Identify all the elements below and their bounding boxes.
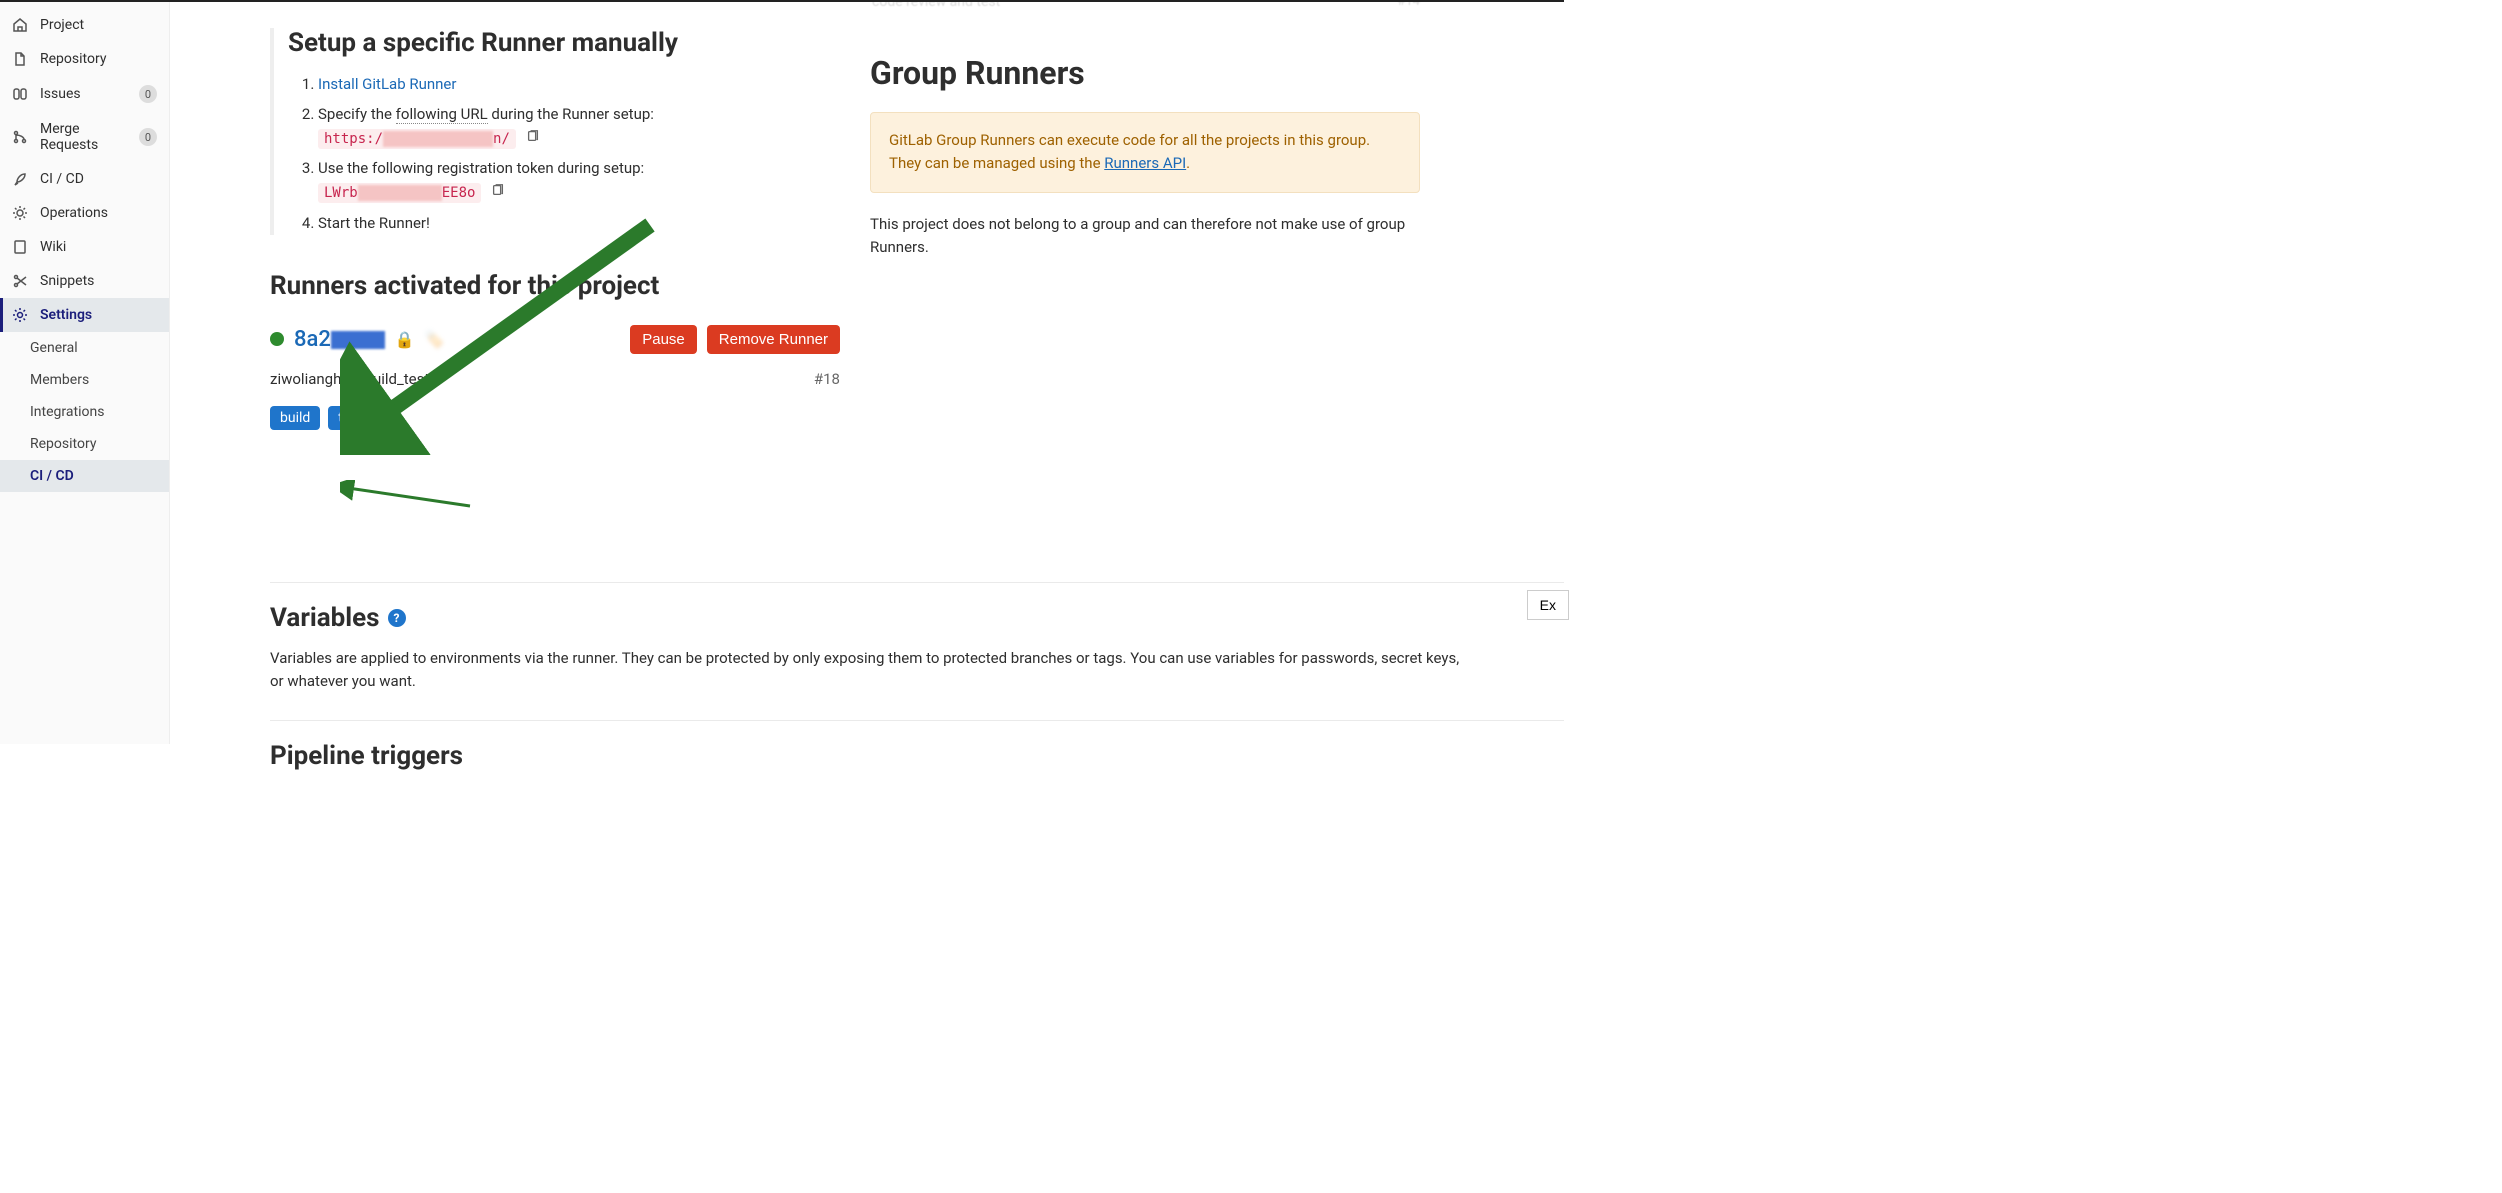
install-runner-link[interactable]: Install GitLab Runner <box>318 75 456 93</box>
count-badge: 0 <box>139 128 157 146</box>
group-runners-description: This project does not belong to a group … <box>870 213 1420 260</box>
home-icon <box>12 17 28 33</box>
setup-step-2: Specify the following URL during the Run… <box>318 102 840 150</box>
operations-icon <box>12 205 28 221</box>
runner-tag: build <box>270 406 320 430</box>
runner-number: #18 <box>814 370 840 388</box>
status-dot-online <box>270 332 284 346</box>
sidebar-item-repository[interactable]: Repository <box>0 42 169 76</box>
sidebar-subitem-integrations[interactable]: Integrations <box>0 396 169 428</box>
divider <box>270 582 1564 583</box>
sidebar-item-snippets[interactable]: Snippets <box>0 264 169 298</box>
setup-token-code: LWrbEE8o <box>318 183 481 203</box>
sidebar-item-project[interactable]: Project <box>0 8 169 42</box>
setup-step-1: Install GitLab Runner <box>318 72 840 96</box>
sidebar-subitem-general[interactable]: General <box>0 332 169 364</box>
sidebar-item-label: Merge Requests <box>40 121 127 153</box>
copy-icon[interactable] <box>491 180 505 204</box>
sidebar-subitem-cicd[interactable]: CI / CD <box>0 460 169 492</box>
sidebar-item-label: Snippets <box>40 273 157 289</box>
sidebar-item-label: Wiki <box>40 239 157 255</box>
scissors-icon <box>12 273 28 289</box>
setup-runner-block: Setup a specific Runner manually Install… <box>270 28 840 235</box>
gear-icon <box>12 307 28 323</box>
runner-tag: test <box>328 406 372 430</box>
file-icon <box>12 51 28 67</box>
sidebar-item-issues[interactable]: Issues 0 <box>0 76 169 112</box>
setup-steps-list: Install GitLab Runner Specify the follow… <box>288 72 840 235</box>
group-runners-info: GitLab Group Runners can execute code fo… <box>870 112 1420 193</box>
runner-description: ziwolianghua_build_test #18 <box>270 370 840 388</box>
sidebar-item-cicd[interactable]: CI / CD <box>0 162 169 196</box>
remove-runner-button[interactable]: Remove Runner <box>707 325 840 354</box>
sidebar-item-label: Project <box>40 17 157 33</box>
expand-button[interactable]: Ex <box>1527 590 1564 620</box>
runners-api-link[interactable]: Runners API <box>1104 154 1186 172</box>
sidebar-item-wiki[interactable]: Wiki <box>0 230 169 264</box>
tag-icon: 🏷️ <box>425 330 445 349</box>
setup-url-code: https:/n/ <box>318 129 516 149</box>
sidebar-item-label: Repository <box>40 51 157 67</box>
book-icon <box>12 239 28 255</box>
sidebar-subitem-members[interactable]: Members <box>0 364 169 396</box>
variables-description: Variables are applied to environments vi… <box>270 647 1470 694</box>
sidebar-item-operations[interactable]: Operations <box>0 196 169 230</box>
copy-icon[interactable] <box>526 126 540 150</box>
sidebar-item-label: CI / CD <box>40 171 157 187</box>
runner-tags: build test <box>270 406 840 430</box>
main-content: Setup a specific Runner manually Install… <box>170 0 1564 744</box>
pipeline-triggers-title: Pipeline triggers <box>270 741 1564 745</box>
activated-runners-title: Runners activated for this project <box>270 271 840 301</box>
sidebar-item-label: Operations <box>40 205 157 221</box>
runner-id-link[interactable]: 8a2 <box>294 327 385 352</box>
lock-icon: 🔒 <box>395 330 415 349</box>
runner-row: 8a2 🔒 🏷️ Pause Remove Runner <box>270 325 840 354</box>
merge-icon <box>12 129 28 145</box>
setup-step-4: Start the Runner! <box>318 211 840 235</box>
count-badge: 0 <box>139 85 157 103</box>
rocket-icon <box>12 171 28 187</box>
pause-button[interactable]: Pause <box>630 325 697 354</box>
sidebar-subitem-repository[interactable]: Repository <box>0 428 169 460</box>
group-runners-title: Group Runners <box>870 54 1420 92</box>
help-icon[interactable]: ? <box>388 609 406 627</box>
sidebar-item-label: Issues <box>40 86 127 102</box>
divider <box>270 720 1564 721</box>
sidebar-item-settings[interactable]: Settings <box>0 298 169 332</box>
setup-title: Setup a specific Runner manually <box>288 28 840 58</box>
setup-step-3: Use the following registration token dur… <box>318 156 840 204</box>
sidebar-item-merge-requests[interactable]: Merge Requests 0 <box>0 112 169 162</box>
sidebar: Project Repository Issues 0 Merge Reques… <box>0 0 170 744</box>
sidebar-item-label: Settings <box>40 307 157 323</box>
variables-title: Variables ? <box>270 603 1564 633</box>
issues-icon <box>12 86 28 102</box>
